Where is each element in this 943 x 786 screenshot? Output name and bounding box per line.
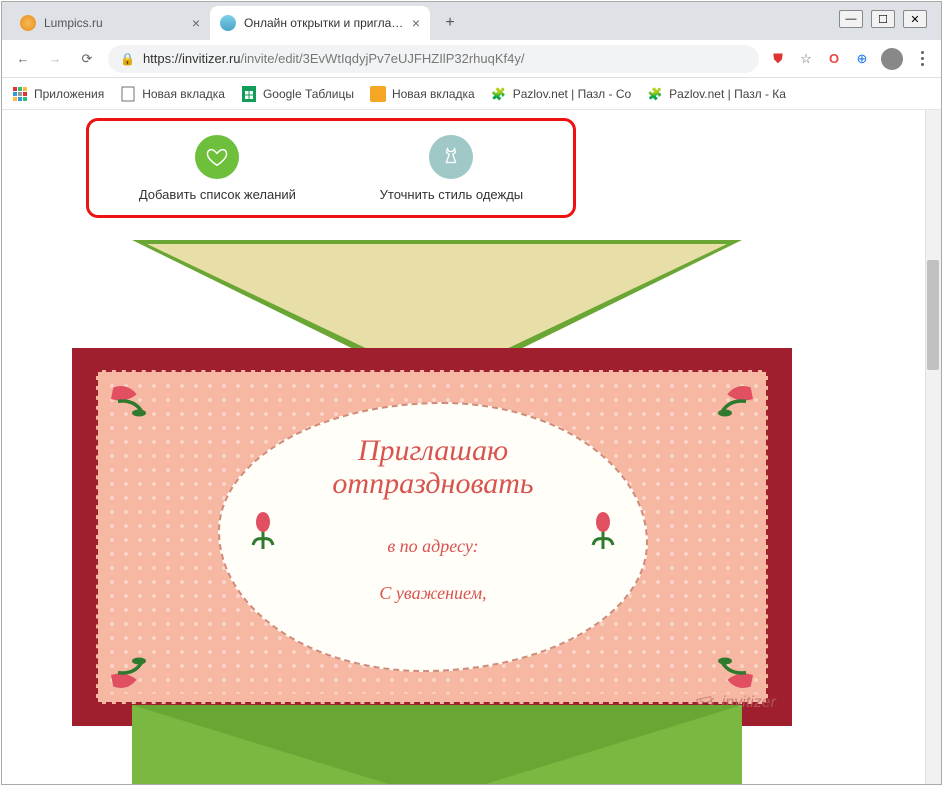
- dress-icon: [429, 135, 473, 179]
- favicon-invitizer: [220, 15, 236, 31]
- window-minimize-button[interactable]: —: [839, 10, 863, 28]
- bookmarks-bar: Приложения Новая вкладка Google Таблицы …: [2, 78, 941, 110]
- favicon-lumpics: [20, 15, 36, 31]
- dress-code-button[interactable]: Уточнить стиль одежды: [380, 135, 524, 202]
- action-label: Добавить список желаний: [139, 187, 296, 202]
- apps-icon: [12, 86, 28, 102]
- url-protocol: https://: [143, 51, 182, 66]
- puzzle-icon: 🧩: [647, 86, 663, 102]
- window-close-button[interactable]: ✕: [903, 10, 927, 28]
- profile-avatar[interactable]: [881, 48, 903, 70]
- tab-invitizer[interactable]: Онлайн открытки и приглашен ×: [210, 6, 430, 40]
- star-icon[interactable]: ☆: [797, 50, 815, 68]
- card-line2: отпраздновать: [220, 467, 646, 500]
- bookmark-item[interactable]: Новая вкладка: [370, 86, 475, 102]
- forward-button[interactable]: →: [44, 48, 66, 70]
- menu-button[interactable]: [913, 51, 931, 66]
- bookmark-label: Google Таблицы: [263, 87, 354, 101]
- tab-title: Онлайн открытки и приглашен: [244, 16, 404, 30]
- extension-opera-icon[interactable]: O: [825, 50, 843, 68]
- toolbar: ← → ⟳ 🔒 https://invitizer.ru/invite/edit…: [2, 40, 941, 78]
- address-bar[interactable]: 🔒 https://invitizer.ru/invite/edit/3EvWt…: [108, 45, 759, 73]
- bookmark-label: Pazlov.net | Пазл - Ка: [669, 87, 786, 101]
- bookmark-pazlov2[interactable]: 🧩 Pazlov.net | Пазл - Ка: [647, 86, 786, 102]
- page-icon: [120, 86, 136, 102]
- extension-globe-icon[interactable]: ⊕: [853, 50, 871, 68]
- text-cloud: Приглашаю отпраздновать в по адресу: С у…: [218, 402, 648, 672]
- rose-corner-icon: [104, 378, 174, 448]
- page-content: Добавить список желаний Уточнить стиль о…: [2, 110, 941, 784]
- heart-icon: [195, 135, 239, 179]
- card-inner: Приглашаю отпраздновать в по адресу: С у…: [96, 370, 768, 704]
- envelope-front: [132, 705, 742, 784]
- bookmark-item[interactable]: Новая вкладка: [120, 86, 225, 102]
- bookmark-label: Приложения: [34, 87, 104, 101]
- bookmark-sheets[interactable]: Google Таблицы: [241, 86, 354, 102]
- tab-close-icon[interactable]: ×: [192, 15, 200, 31]
- window-maximize-button[interactable]: ☐: [871, 10, 895, 28]
- bookmark-label: Pazlov.net | Пазл - Со: [513, 87, 631, 101]
- tab-close-icon[interactable]: ×: [412, 15, 420, 31]
- invitation-card[interactable]: Приглашаю отпраздновать в по адресу: С у…: [72, 348, 792, 726]
- url-domain: invitizer.ru: [182, 51, 241, 66]
- tab-lumpics[interactable]: Lumpics.ru ×: [10, 6, 210, 40]
- rose-corner-icon: [104, 626, 174, 696]
- extension-icon[interactable]: ⛊: [769, 50, 787, 68]
- lock-icon: 🔒: [120, 52, 135, 66]
- bookmark-label: Новая вкладка: [392, 87, 475, 101]
- card-text-block: Приглашаю отпраздновать в по адресу: С у…: [220, 434, 646, 604]
- tab-strip: Lumpics.ru × Онлайн открытки и приглашен…: [2, 2, 941, 40]
- scrollbar-thumb[interactable]: [927, 260, 939, 370]
- url-path: /invite/edit/3EvWtIqdyjPv7eUJFHZIlP32rhu…: [241, 51, 525, 66]
- actions-highlight: Добавить список желаний Уточнить стиль о…: [86, 118, 576, 218]
- fav-icon: [370, 86, 386, 102]
- invitation envelope-stage: Приглашаю отпраздновать в по адресу: С у…: [72, 240, 802, 784]
- puzzle-icon: 🧩: [491, 86, 507, 102]
- back-button[interactable]: ←: [12, 48, 34, 70]
- rose-corner-icon: [690, 626, 760, 696]
- action-label: Уточнить стиль одежды: [380, 187, 524, 202]
- scrollbar-track[interactable]: [925, 110, 941, 784]
- new-tab-button[interactable]: +: [436, 9, 464, 37]
- reload-button[interactable]: ⟳: [76, 48, 98, 70]
- rose-corner-icon: [690, 378, 760, 448]
- bookmark-label: Новая вкладка: [142, 87, 225, 101]
- card-line4: С уважением,: [220, 583, 646, 604]
- tab-title: Lumpics.ru: [44, 16, 184, 30]
- card-line1: Приглашаю: [220, 434, 646, 467]
- browser-window: Lumpics.ru × Онлайн открытки и приглашен…: [1, 1, 942, 785]
- apps-button[interactable]: Приложения: [12, 86, 104, 102]
- sheets-icon: [241, 86, 257, 102]
- add-wishlist-button[interactable]: Добавить список желаний: [139, 135, 296, 202]
- card-line3: в по адресу:: [220, 536, 646, 557]
- bookmark-pazlov1[interactable]: 🧩 Pazlov.net | Пазл - Со: [491, 86, 631, 102]
